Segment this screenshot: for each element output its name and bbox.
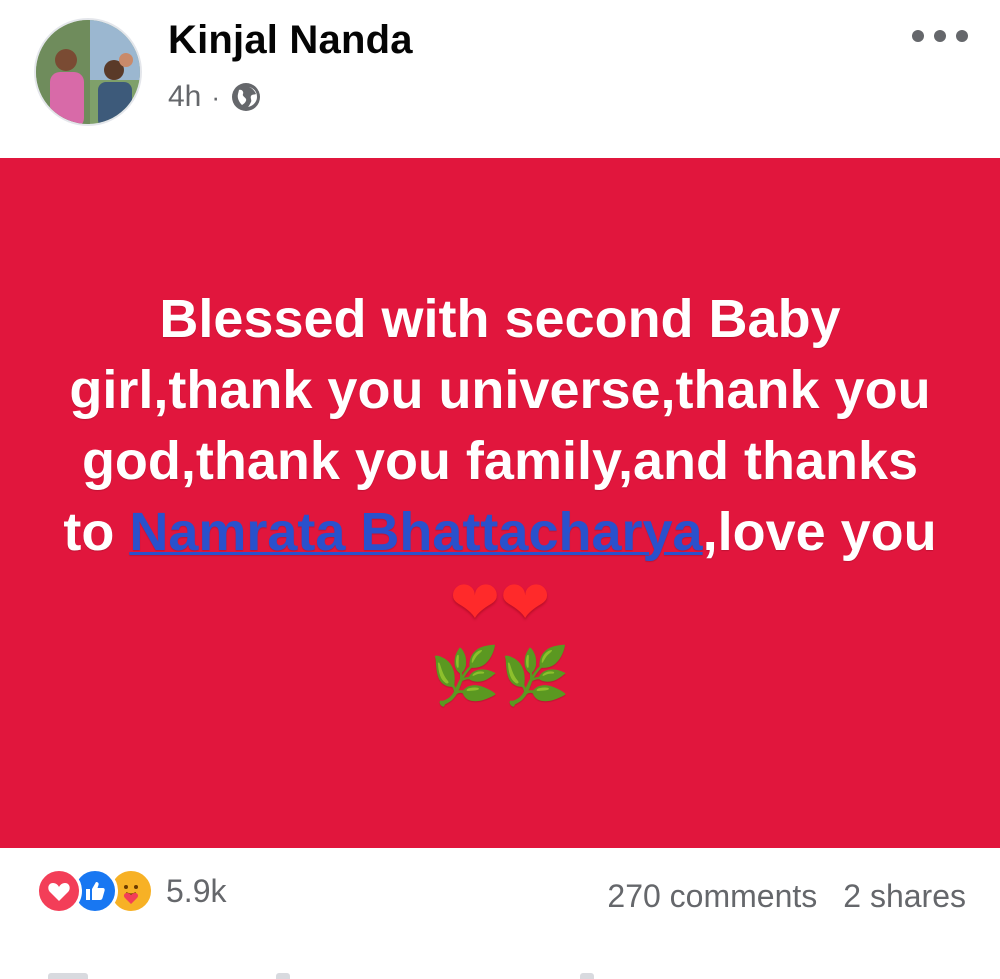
post-text: Blessed with second Baby girl,thank you … [60,284,940,713]
reaction-icons [36,868,154,914]
post-content-card: Blessed with second Baby girl,thank you … [0,158,1000,848]
post-footer: 5.9k 270 comments 2 shares [0,848,1000,979]
shares-count-link[interactable]: 2 shares [843,878,966,915]
post-meta: 4h · [168,80,262,114]
globe-icon[interactable] [230,81,262,113]
comments-count-link[interactable]: 270 comments [607,878,817,915]
post-time[interactable]: 4h [168,80,201,114]
post-text-outro: ,love you [702,501,937,562]
more-options-icon [912,30,924,42]
love-reaction-icon [36,868,82,914]
reactions-summary[interactable]: 5.9k [36,868,226,914]
meta-separator: · [211,81,221,112]
post-header: Kinjal Nanda 4h · [0,0,1000,158]
heart-emoji-icon: ❤❤ [449,567,551,638]
herb-emoji-icon: 🌿🌿 [430,643,570,709]
reaction-count: 5.9k [166,872,227,909]
avatar-photo [36,20,140,124]
engagement-counts: 270 comments 2 shares [607,878,966,915]
more-options-button[interactable] [912,24,968,48]
author-name[interactable]: Kinjal Nanda [168,18,413,63]
avatar[interactable] [34,18,142,126]
mention-link[interactable]: Namrata Bhattacharya [129,502,702,562]
action-bar-partial [0,967,1000,979]
